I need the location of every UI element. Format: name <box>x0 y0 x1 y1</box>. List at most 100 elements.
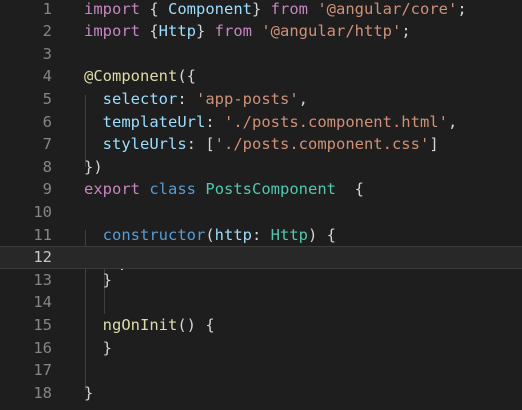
code-token: '@angular/core' <box>317 0 458 18</box>
code-token: export <box>84 180 140 199</box>
code-token: } <box>84 383 94 402</box>
line-number: 6 <box>42 112 52 131</box>
code-line[interactable]: 18} <box>0 382 522 405</box>
code-line[interactable]: 13 } <box>0 269 522 292</box>
code-token: }) <box>84 157 103 176</box>
code-token: , <box>447 112 458 131</box>
code-token: class <box>149 180 197 199</box>
code-token: ({ <box>177 67 196 86</box>
code-token: './posts.component.css' <box>214 135 430 154</box>
code-text: } <box>84 382 93 405</box>
line-number: 4 <box>42 67 52 86</box>
code-token: @Component <box>84 67 178 86</box>
line-number: 15 <box>33 315 52 334</box>
line-number: 10 <box>33 202 52 221</box>
code-token: styleUrls <box>102 135 187 154</box>
code-text: selector: 'app-posts', <box>84 88 308 111</box>
code-token: '@angular/http' <box>261 22 402 41</box>
code-line[interactable]: 16 } <box>0 337 522 360</box>
code-token: : [ <box>186 135 215 154</box>
code-line[interactable]: 15 ngOnInit() { <box>0 314 522 337</box>
code-text: import {Http} from '@angular/http'; <box>84 20 411 43</box>
code-editor[interactable]: 1 import { Component} from '@angular/core… <box>0 0 522 410</box>
code-line[interactable]: 11 constructor(http: Http) { <box>0 224 522 247</box>
code-line[interactable]: 3 <box>0 43 522 66</box>
code-token: from <box>270 0 308 18</box>
code-token: ; <box>457 0 467 18</box>
code-line[interactable]: 4 @Component({ <box>0 65 522 88</box>
code-token: Http <box>270 225 308 244</box>
code-token: } <box>196 22 215 41</box>
line-number: 13 <box>33 270 52 289</box>
code-token: ngOnInit <box>102 315 178 334</box>
code-text: templateUrl: './posts.component.html', <box>84 111 458 134</box>
line-number: 14 <box>33 293 52 312</box>
code-token: : <box>205 112 224 131</box>
code-line[interactable]: 9 export class PostsComponent { <box>0 178 522 201</box>
code-token: : <box>177 89 196 108</box>
code-token: './posts.component.html' <box>224 112 448 131</box>
code-token: () { <box>177 315 215 334</box>
code-text: styleUrls: ['./posts.component.css'] <box>84 133 439 156</box>
code-text: }) <box>84 156 103 179</box>
line-number: 3 <box>42 44 52 63</box>
code-text: } <box>84 269 112 292</box>
code-token: import <box>84 22 140 41</box>
line-number: 1 <box>42 0 52 18</box>
code-line[interactable]: 10 <box>0 201 522 224</box>
code-line[interactable]: 5 selector: 'app-posts', <box>0 88 522 111</box>
code-token: } <box>84 270 112 289</box>
code-token: from <box>214 22 252 41</box>
code-line[interactable]: 8}) <box>0 156 522 179</box>
code-text: ngOnInit() { <box>84 314 215 337</box>
code-token: , <box>298 89 308 108</box>
code-token: : <box>252 225 271 244</box>
line-number: 7 <box>42 135 52 154</box>
code-token: PostsComponent <box>205 180 337 199</box>
code-token: ) { <box>308 225 336 244</box>
code-token: ; <box>401 22 411 41</box>
code-token: constructor <box>102 225 206 244</box>
code-line[interactable]: 12 <box>0 246 522 269</box>
line-number: 9 <box>42 180 52 199</box>
line-number: 2 <box>42 22 52 41</box>
code-token: ] <box>429 135 439 154</box>
code-text: @Component({ <box>84 65 196 88</box>
code-line[interactable]: 14 <box>0 291 522 314</box>
code-line[interactable]: 1 import { Component} from '@angular/core… <box>0 0 522 20</box>
code-token: } <box>252 0 271 18</box>
line-number: 11 <box>33 225 52 244</box>
code-text: import { Component} from '@angular/core'… <box>84 0 467 20</box>
line-number: 16 <box>33 338 52 357</box>
code-line[interactable]: 2 import {Http} from '@angular/http'; <box>0 20 522 43</box>
code-text: export class PostsComponent { <box>84 178 364 201</box>
code-token: selector <box>102 89 178 108</box>
line-number: 17 <box>33 361 52 380</box>
code-token: { <box>140 22 159 41</box>
code-line[interactable]: 6 templateUrl: './posts.component.html', <box>0 111 522 134</box>
line-number: 18 <box>33 383 52 402</box>
code-token: ( <box>205 225 215 244</box>
code-token: import <box>84 0 140 18</box>
code-token: Http <box>158 22 196 41</box>
code-text: } <box>84 337 112 360</box>
code-token: Component <box>168 0 252 18</box>
code-token: templateUrl <box>102 112 206 131</box>
code-line[interactable]: 7 styleUrls: ['./posts.component.css'] <box>0 133 522 156</box>
code-token: { <box>336 180 365 199</box>
code-token: 'app-posts' <box>196 89 299 108</box>
code-token: http <box>214 225 252 244</box>
code-token: { <box>140 0 168 18</box>
code-line[interactable]: 17 <box>0 359 522 382</box>
line-number: 8 <box>42 157 52 176</box>
code-text: constructor(http: Http) { <box>84 224 336 247</box>
line-number: 12 <box>33 248 52 267</box>
